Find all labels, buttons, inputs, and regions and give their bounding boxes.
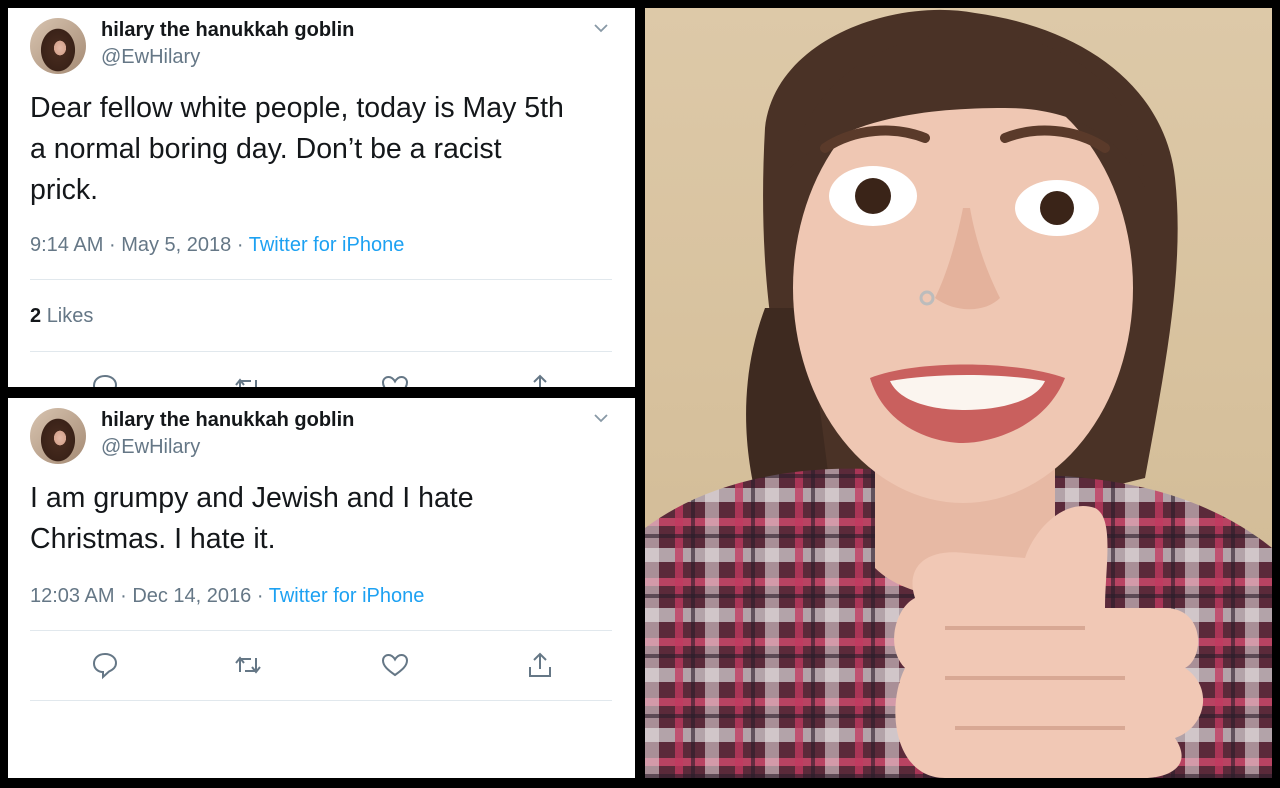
divider — [30, 700, 612, 701]
reply-icon — [92, 374, 118, 387]
like-button[interactable] — [380, 372, 410, 387]
likes-number: 2 — [30, 305, 42, 327]
tweet-time[interactable]: 12:03 AM — [30, 585, 115, 607]
avatar[interactable] — [30, 18, 86, 74]
share-icon — [529, 652, 551, 677]
chevron-down-icon[interactable] — [593, 22, 609, 34]
chevron-down-icon[interactable] — [593, 412, 609, 424]
meta-separator: · — [236, 234, 244, 256]
tweet-text: Dear fellow white people, today is May 5… — [30, 88, 630, 211]
retweet-button[interactable] — [233, 372, 263, 387]
share-button[interactable] — [525, 650, 555, 680]
divider — [30, 279, 612, 280]
selfie-photo-illustration — [645, 9, 1272, 778]
avatar[interactable] — [30, 408, 86, 464]
action-bar — [8, 372, 635, 387]
tweet-meta: 9:14 AM · May 5, 2018 · Twitter for iPho… — [30, 234, 404, 257]
like-icon — [381, 375, 409, 387]
tweet-source-link[interactable]: Twitter for iPhone — [269, 585, 425, 607]
reply-button[interactable] — [90, 650, 120, 680]
divider — [30, 351, 612, 352]
display-name[interactable]: hilary the hanukkah goblin — [101, 19, 354, 42]
tweet-text-line: I am grumpy and Jewish and I hate — [30, 482, 474, 514]
tweet-time[interactable]: 9:14 AM — [30, 234, 103, 256]
retweet-button[interactable] — [233, 650, 263, 680]
meta-separator: · — [120, 585, 127, 607]
divider — [30, 630, 612, 631]
reply-icon — [92, 652, 118, 680]
likes-count[interactable]: 2 Likes — [30, 305, 93, 328]
share-icon — [533, 374, 547, 387]
retweet-icon — [235, 378, 257, 387]
tweet-date[interactable]: May 5, 2018 — [121, 234, 231, 256]
tweet-meta: 12:03 AM · Dec 14, 2016 · Twitter for iP… — [30, 585, 424, 608]
tweet-source-link[interactable]: Twitter for iPhone — [249, 234, 405, 256]
retweet-icon — [235, 656, 261, 674]
tweet-text-line: prick. — [30, 174, 99, 206]
like-button[interactable] — [380, 650, 410, 680]
tweet-text-line: Dear fellow white people, today is May 5… — [30, 92, 564, 124]
reply-button[interactable] — [90, 372, 120, 387]
tweet-date[interactable]: Dec 14, 2016 — [132, 585, 251, 607]
meta-separator: · — [256, 585, 264, 607]
user-handle[interactable]: @EwHilary — [101, 46, 200, 69]
tweet-text-line: Christmas. I hate it. — [30, 523, 276, 555]
likes-label: Likes — [46, 305, 94, 327]
tweet-text-line: a normal boring day. Don’t be a racist — [30, 133, 502, 165]
tweet-card-2: hilary the hanukkah goblin @EwHilary I a… — [8, 398, 635, 778]
tweet-text: I am grumpy and Jewish and I hate Christ… — [30, 478, 630, 560]
selfie-photo — [645, 8, 1272, 778]
share-button[interactable] — [525, 372, 555, 387]
action-bar — [8, 650, 635, 680]
meta-separator: · — [108, 234, 116, 256]
like-icon — [381, 653, 409, 677]
tweet-card-1: hilary the hanukkah goblin @EwHilary Dea… — [8, 8, 635, 387]
display-name[interactable]: hilary the hanukkah goblin — [101, 409, 354, 432]
user-handle[interactable]: @EwHilary — [101, 436, 200, 459]
